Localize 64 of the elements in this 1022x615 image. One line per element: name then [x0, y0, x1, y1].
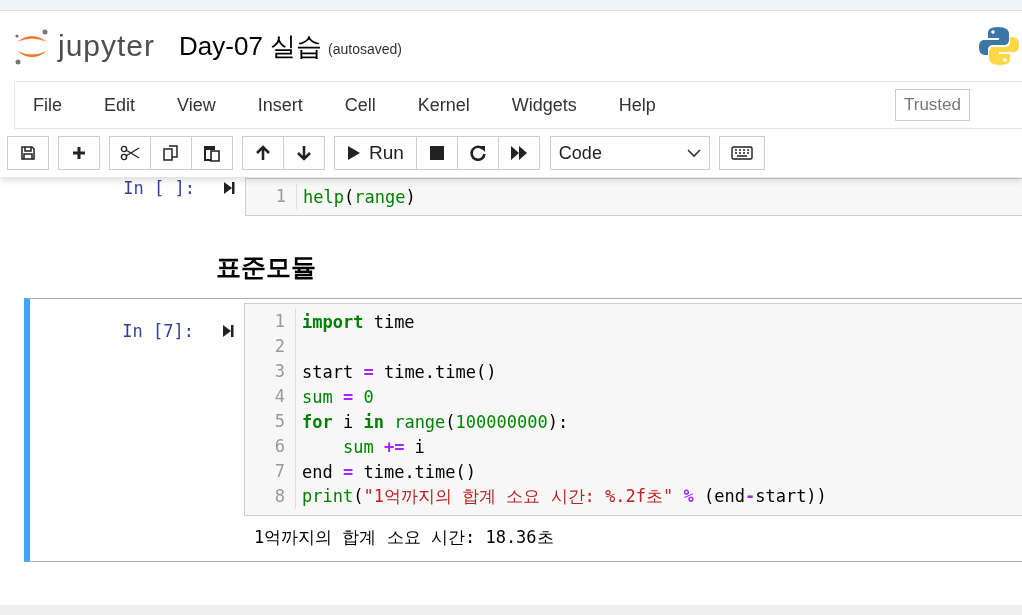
add-cell-button[interactable]	[58, 136, 100, 170]
menu-item[interactable]: Widgets	[497, 94, 591, 116]
code-line: help(range)	[303, 186, 416, 207]
code-line: print("1억까지의 합계 소요 시간: %.2f초" % (end-start))	[302, 485, 827, 508]
menu-item[interactable]: Cell	[330, 94, 390, 116]
arrow-down-icon	[296, 145, 312, 161]
run-cell-icon[interactable]	[222, 324, 234, 338]
save-button[interactable]	[7, 136, 49, 170]
copy-button[interactable]	[150, 136, 192, 170]
run-cell-icon[interactable]	[223, 181, 235, 195]
line-number: 1	[246, 184, 297, 209]
trusted-indicator[interactable]: Trusted	[895, 89, 970, 121]
section-heading: 표준모듈	[216, 252, 317, 283]
menu-item[interactable]: View	[163, 94, 230, 116]
clipboard-icon	[203, 144, 221, 162]
menu-item[interactable]: File	[19, 94, 76, 116]
notebook-title[interactable]: Day-07 실습	[179, 28, 323, 64]
code-editor[interactable]: 1 import time 2 3 start = time.time() 4 sum = 0 5 for i in range(100000000): 6 sum += i 7 end = time.time() 8 print("1억까지의 합계 소요 시간: %.2f초" % (end-start))	[244, 303, 1022, 516]
plus-icon	[71, 145, 87, 161]
line-number: 1	[245, 309, 296, 334]
keyboard-icon	[730, 146, 753, 160]
arrow-up-icon	[255, 145, 271, 161]
copy-icon	[162, 144, 180, 162]
code-line: import time	[302, 311, 415, 332]
move-down-button[interactable]	[283, 136, 325, 170]
restart-button[interactable]	[456, 136, 499, 170]
code-cell[interactable]: In [7]: 1 import time 2 3 start = time.time() 4 sum = 0 5 for i in range(100000000): 6 sum += i 7 end = time.time() 8 print("1억까지의 합계 소요 시간: %.2f초" % (end-start)) 1억까지의 합계 소요 시간: 18.36초	[24, 298, 1022, 562]
code-line: end = time.time()	[302, 461, 477, 482]
refresh-icon	[468, 144, 487, 162]
keyboard-button[interactable]	[718, 136, 765, 170]
stop-icon	[428, 145, 445, 161]
code-line: start = time.time()	[302, 361, 497, 382]
scissors-icon	[120, 145, 140, 161]
menu-item[interactable]: Kernel	[403, 94, 484, 116]
play-icon	[347, 145, 361, 161]
cell-type-dropdown[interactable]: Code	[549, 136, 710, 170]
code-line: sum = 0	[302, 386, 374, 407]
line-number: 4	[245, 384, 296, 409]
cell-prompt: In [ ]:	[123, 178, 195, 198]
run-button[interactable]: Run	[334, 136, 417, 170]
line-number: 7	[245, 459, 296, 484]
cell-output: 1억까지의 합계 소요 시간: 18.36초	[253, 526, 555, 549]
code-editor[interactable]: 1 help(range)	[245, 178, 1022, 216]
line-number: 3	[245, 359, 296, 384]
menu-item[interactable]: Edit	[90, 94, 150, 116]
line-number: 8	[245, 484, 296, 509]
chevron-down-icon	[686, 148, 701, 158]
code-line: for i in range(100000000):	[302, 411, 569, 432]
cut-button[interactable]	[109, 136, 151, 170]
line-number: 6	[245, 434, 296, 459]
code-line: sum += i	[341, 436, 425, 457]
menu-item[interactable]: Insert	[243, 94, 317, 116]
menu-item[interactable]: Help	[604, 94, 670, 116]
code-cell[interactable]: In [ ]: 1 help(range)	[30, 177, 1022, 221]
stop-button[interactable]	[415, 136, 458, 170]
save-status: (autosaved)	[328, 41, 403, 57]
fast-forward-icon	[509, 145, 528, 161]
cell-prompt: In [7]:	[122, 321, 194, 341]
line-number: 5	[245, 409, 296, 434]
paste-button[interactable]	[191, 136, 233, 170]
logo-text[interactable]: jupyter	[58, 29, 156, 63]
line-number: 2	[245, 334, 296, 359]
move-up-button[interactable]	[242, 136, 284, 170]
run-all-button[interactable]	[497, 136, 540, 170]
